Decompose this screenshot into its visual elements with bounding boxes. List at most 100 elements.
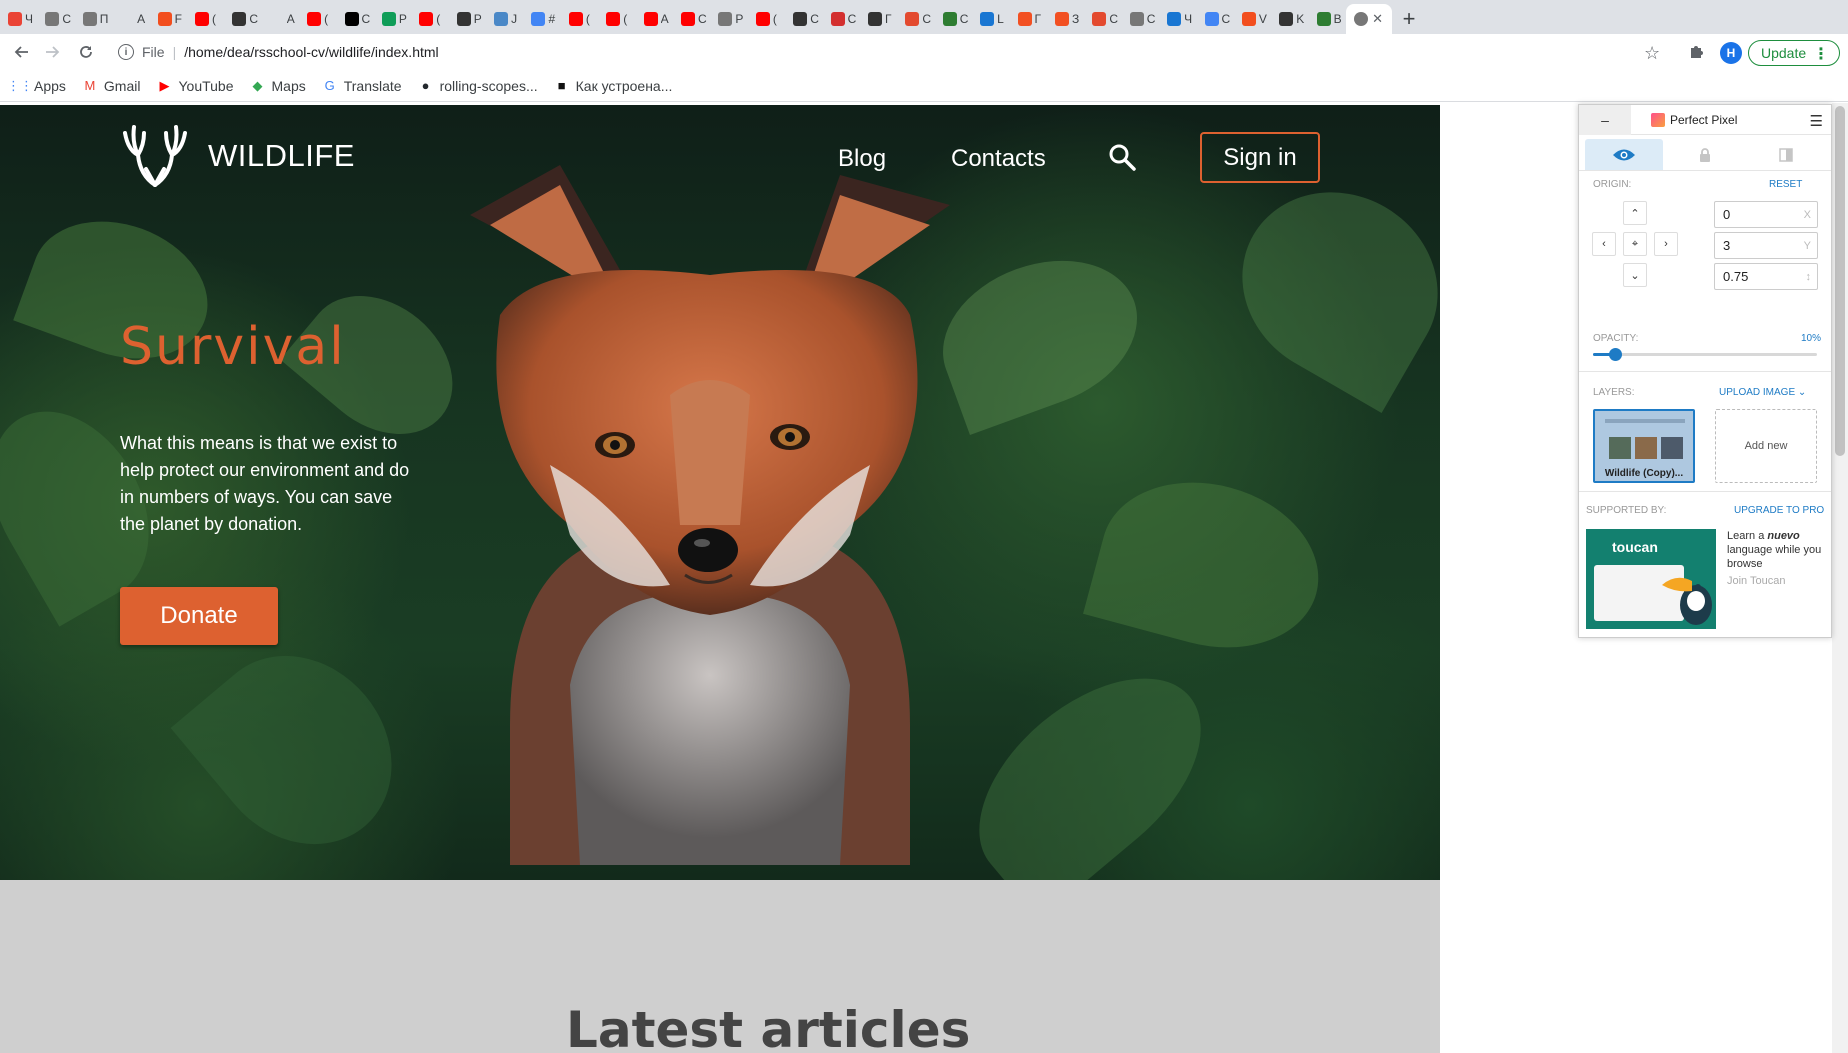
tab-favicon-icon bbox=[494, 12, 509, 26]
back-button[interactable] bbox=[8, 38, 36, 66]
donate-button[interactable]: Donate bbox=[120, 587, 278, 645]
browser-tab[interactable]: V bbox=[1234, 4, 1271, 34]
browser-tab[interactable]: ( bbox=[411, 4, 448, 34]
layers-label: LAYERS: bbox=[1593, 387, 1635, 398]
upload-image-button[interactable]: UPLOAD IMAGE ⌄ bbox=[1719, 387, 1806, 398]
browser-tab-active[interactable]: ✕ bbox=[1346, 4, 1393, 34]
bookmark-item[interactable]: ⋮⋮ Apps bbox=[7, 78, 66, 94]
browser-tab[interactable]: З bbox=[1047, 4, 1084, 34]
browser-tab[interactable]: C bbox=[785, 4, 822, 34]
browser-tab[interactable]: Ч bbox=[1159, 4, 1196, 34]
origin-x-input[interactable]: 0 X bbox=[1714, 201, 1818, 228]
perfect-pixel-panel: – Perfect Pixel ☰ ORIGIN: RESET ⌃ ‹ ⌖ › … bbox=[1578, 104, 1832, 638]
browser-tab[interactable]: ( bbox=[299, 4, 336, 34]
join-toucan-link[interactable]: Join Toucan bbox=[1727, 575, 1786, 587]
bookmark-item[interactable]: ■ Как устроена... bbox=[554, 78, 673, 94]
bookmark-item[interactable]: ● rolling-scopes... bbox=[418, 78, 538, 94]
browser-tab[interactable]: ( bbox=[187, 4, 224, 34]
extensions-puzzle-icon[interactable] bbox=[1688, 43, 1704, 64]
address-bar[interactable]: i File | /home/dea/rsschool-cv/wildlife/… bbox=[108, 37, 1656, 67]
upgrade-to-pro-link[interactable]: UPGRADE TO PRO bbox=[1734, 505, 1824, 516]
tab-close-icon[interactable]: ✕ bbox=[1372, 11, 1383, 27]
arrow-left-icon bbox=[14, 46, 28, 58]
browser-tab[interactable]: P bbox=[449, 4, 486, 34]
toucan-ad-image[interactable]: toucan bbox=[1586, 529, 1716, 629]
browser-tab[interactable]: F bbox=[150, 4, 187, 34]
tab-title: K bbox=[1296, 12, 1305, 26]
opacity-slider-handle[interactable] bbox=[1609, 348, 1623, 361]
bookmark-item[interactable]: G Translate bbox=[322, 78, 402, 94]
browser-tab[interactable]: C bbox=[935, 4, 972, 34]
forward-button[interactable] bbox=[38, 38, 66, 66]
move-left-button[interactable]: ‹ bbox=[1592, 232, 1616, 256]
browser-tab[interactable]: L bbox=[972, 4, 1009, 34]
bookmark-item[interactable]: ◆ Maps bbox=[250, 78, 306, 94]
profile-avatar[interactable]: H bbox=[1720, 42, 1742, 64]
browser-tab[interactable]: P bbox=[710, 4, 747, 34]
update-button[interactable]: Update ⋮ bbox=[1748, 40, 1840, 66]
reset-link[interactable]: RESET bbox=[1769, 179, 1802, 190]
address-separator: | bbox=[172, 44, 177, 60]
browser-tab[interactable]: ( bbox=[598, 4, 635, 34]
hamburger-menu-icon[interactable]: ☰ bbox=[1810, 112, 1823, 130]
browser-tab[interactable]: C bbox=[224, 4, 261, 34]
browser-tab[interactable]: A bbox=[112, 4, 149, 34]
browser-tab[interactable]: C bbox=[1084, 4, 1121, 34]
browser-tab[interactable]: П bbox=[75, 4, 112, 34]
center-button[interactable]: ⌖ bbox=[1623, 232, 1647, 256]
address-url[interactable]: /home/dea/rsschool-cv/wildlife/index.htm… bbox=[184, 44, 438, 60]
browser-tab[interactable]: ( bbox=[748, 4, 785, 34]
browser-tab[interactable]: C bbox=[1122, 4, 1159, 34]
origin-y-input[interactable]: 3 Y bbox=[1714, 232, 1818, 259]
bookmark-item[interactable]: ▶ YouTube bbox=[156, 78, 233, 94]
browser-tab[interactable]: # bbox=[523, 4, 560, 34]
move-right-button[interactable]: › bbox=[1654, 232, 1678, 256]
browser-tab[interactable]: B bbox=[1309, 4, 1346, 34]
browser-tab[interactable]: ( bbox=[561, 4, 598, 34]
search-icon[interactable] bbox=[1108, 143, 1136, 171]
pp-minimize-button[interactable]: – bbox=[1579, 104, 1631, 135]
browser-tab[interactable]: Г bbox=[860, 4, 897, 34]
browser-tab[interactable]: J bbox=[486, 4, 523, 34]
browser-tab[interactable]: C bbox=[337, 4, 374, 34]
browser-tab[interactable]: C bbox=[673, 4, 710, 34]
browser-tab[interactable]: C bbox=[897, 4, 934, 34]
move-down-button[interactable]: ⌄ bbox=[1623, 263, 1647, 287]
sign-in-button[interactable]: Sign in bbox=[1200, 132, 1320, 183]
tab-favicon-icon bbox=[942, 12, 957, 26]
bookmark-item[interactable]: M Gmail bbox=[82, 78, 141, 94]
scrollbar-thumb[interactable] bbox=[1835, 106, 1845, 456]
browser-tab[interactable]: C bbox=[823, 4, 860, 34]
scale-input[interactable]: 0.75 ↕ bbox=[1714, 263, 1818, 290]
move-up-button[interactable]: ⌃ bbox=[1623, 201, 1647, 225]
ad-text-part: Learn a bbox=[1727, 530, 1765, 542]
browser-tab[interactable]: A bbox=[262, 4, 299, 34]
invert-icon bbox=[1779, 147, 1793, 162]
tab-title: P bbox=[473, 12, 482, 26]
browser-tab[interactable]: Ч bbox=[0, 4, 37, 34]
tab-favicon-icon bbox=[718, 12, 733, 26]
reload-button[interactable] bbox=[72, 38, 100, 66]
nav-blog-link[interactable]: Blog bbox=[838, 145, 886, 173]
browser-tab[interactable]: K bbox=[1271, 4, 1308, 34]
opacity-slider[interactable] bbox=[1593, 348, 1817, 361]
add-new-layer-button[interactable]: Add new bbox=[1715, 409, 1817, 483]
kebab-menu-icon[interactable]: ⋮ bbox=[1813, 44, 1829, 64]
pp-tab-visibility[interactable] bbox=[1585, 139, 1663, 170]
browser-tab[interactable]: P bbox=[374, 4, 411, 34]
browser-tab[interactable]: C bbox=[37, 4, 74, 34]
browser-tab[interactable]: C bbox=[1197, 4, 1234, 34]
site-logo[interactable]: WILDLIFE bbox=[120, 125, 355, 187]
new-tab-button[interactable]: + bbox=[1392, 4, 1426, 34]
pp-tab-lock[interactable] bbox=[1666, 139, 1744, 170]
pp-tab-invert[interactable] bbox=[1747, 139, 1825, 170]
info-icon[interactable]: i bbox=[118, 44, 134, 60]
nav-contacts-link[interactable]: Contacts bbox=[951, 145, 1046, 173]
layer-thumbnail[interactable]: Wildlife (Copy)... bbox=[1593, 409, 1695, 483]
fox-photo bbox=[470, 165, 950, 865]
tab-title: ( bbox=[772, 12, 777, 26]
chevron-up-icon: ⌃ bbox=[1630, 207, 1640, 220]
bookmark-star-icon[interactable]: ☆ bbox=[1644, 43, 1660, 64]
browser-tab[interactable]: Г bbox=[1010, 4, 1047, 34]
browser-tab[interactable]: A bbox=[636, 4, 673, 34]
